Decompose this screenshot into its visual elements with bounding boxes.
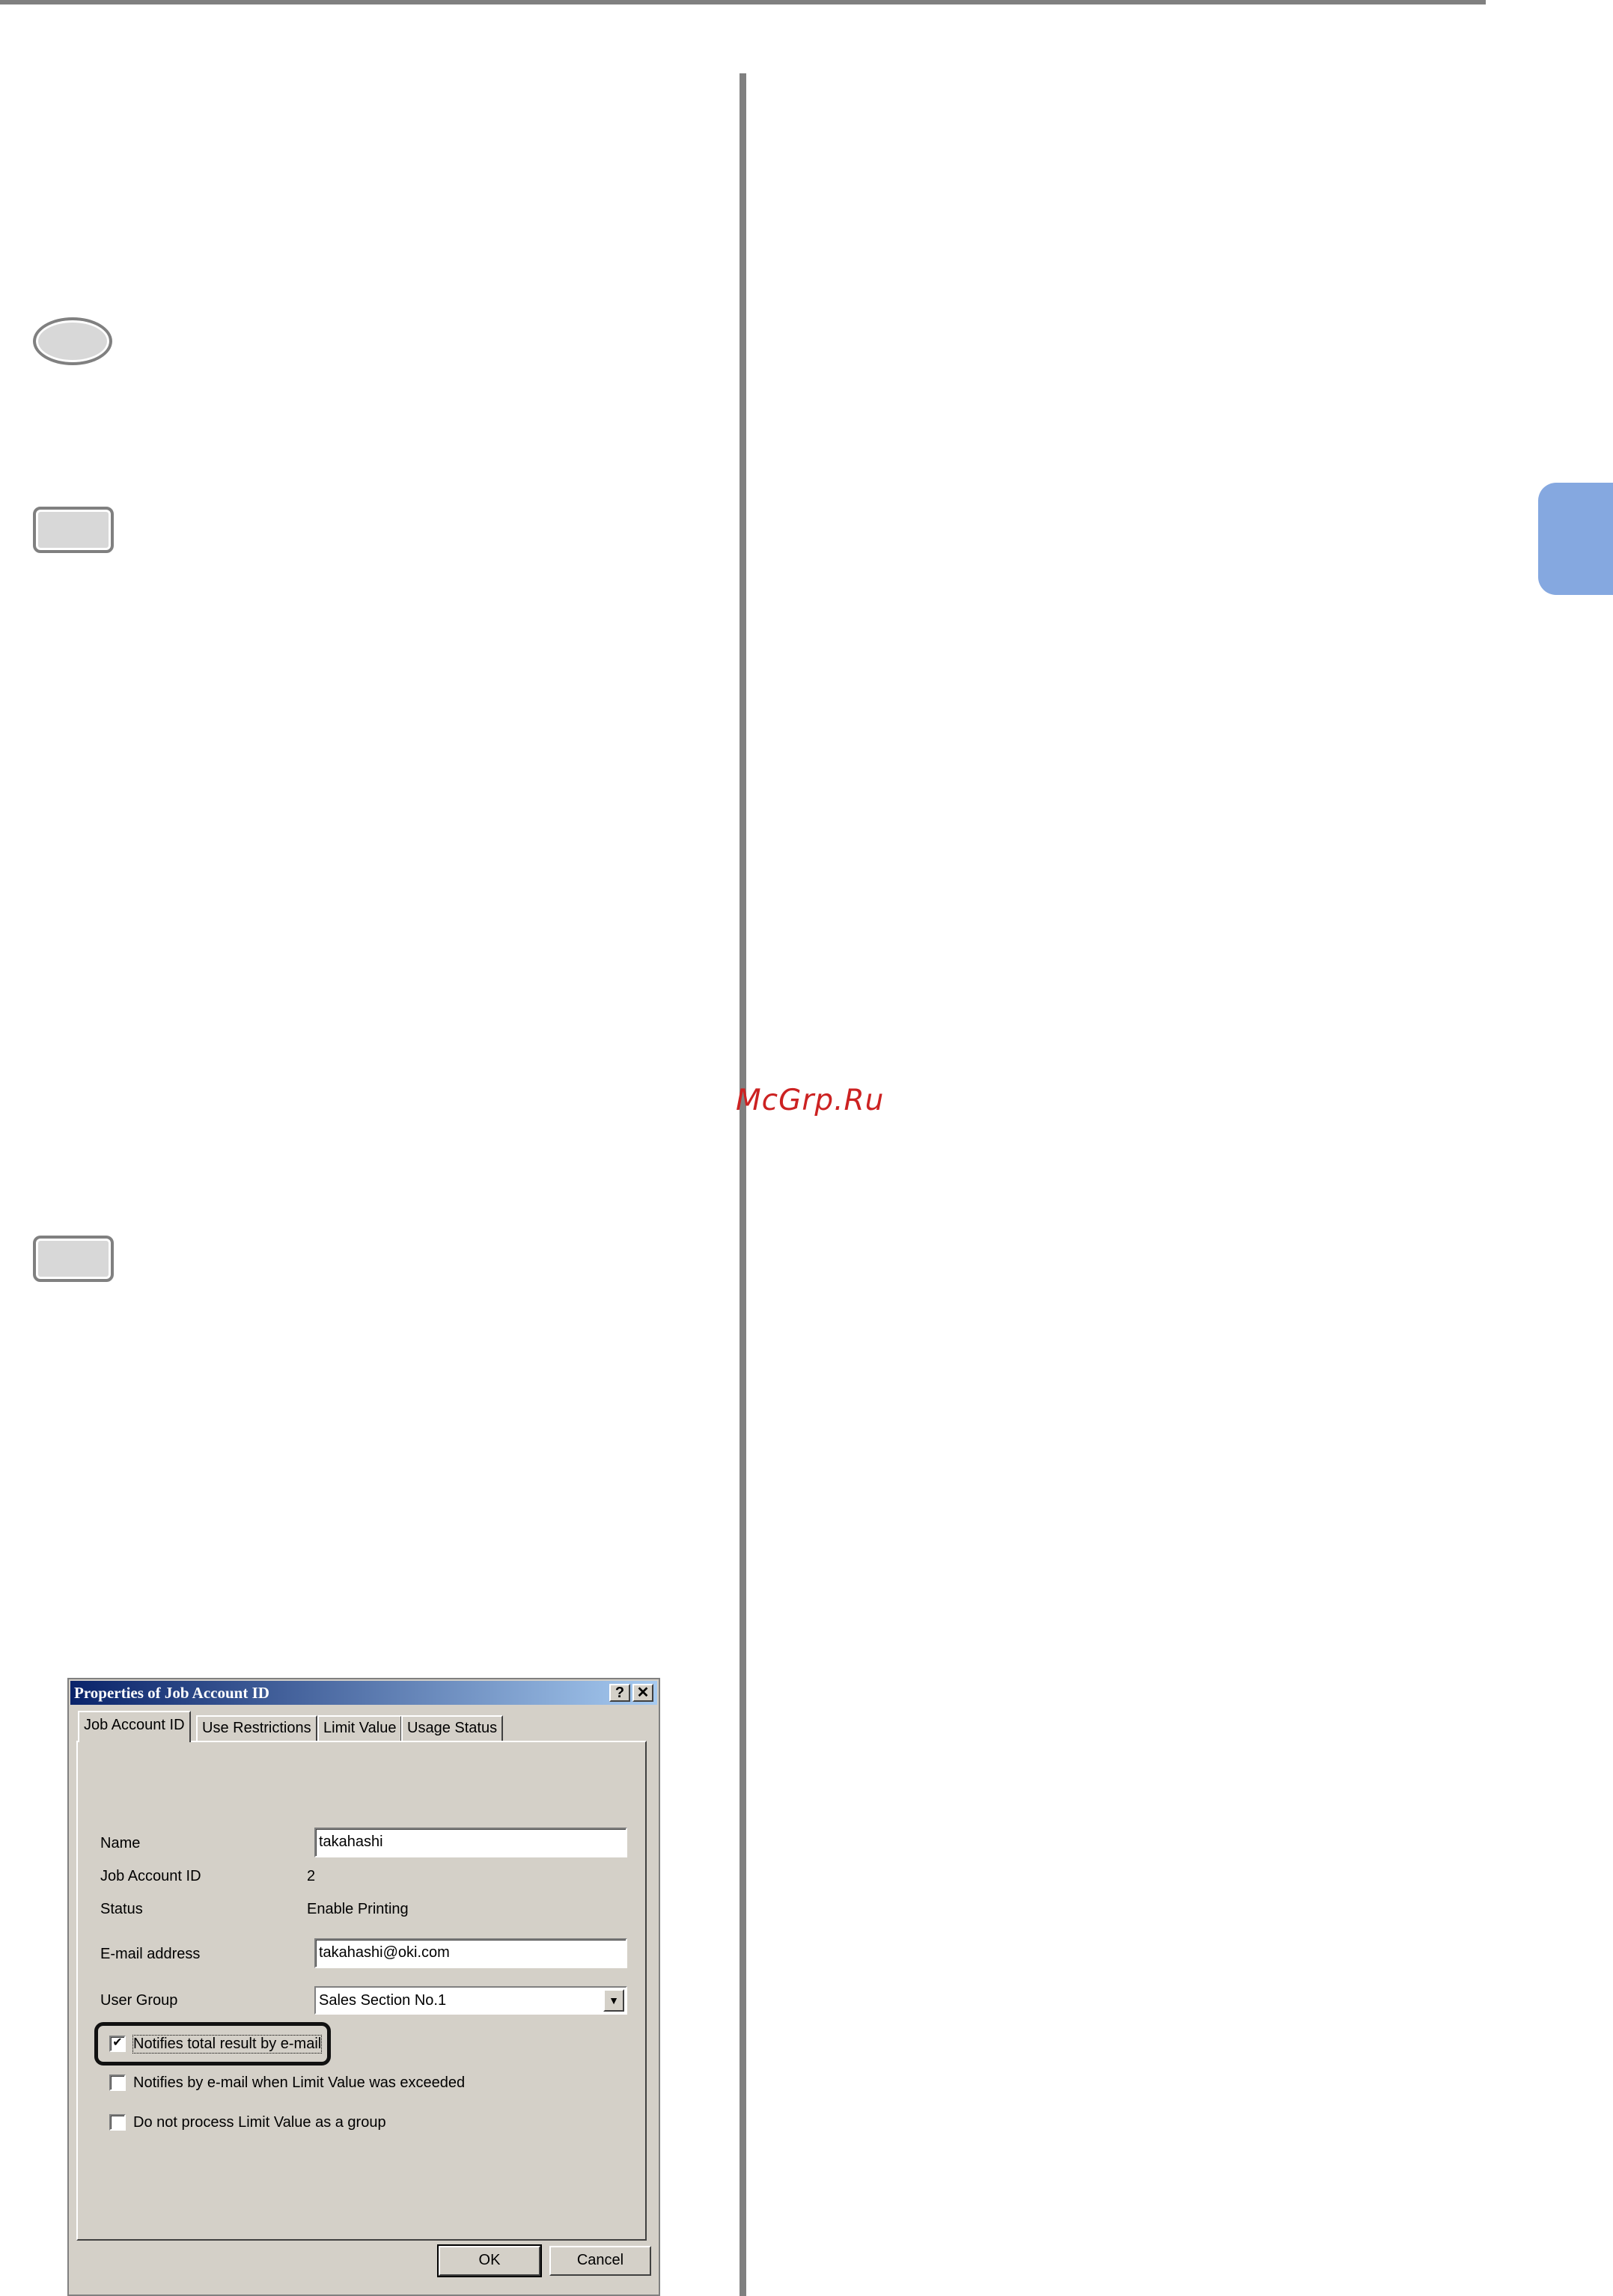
job-account-id-value: 2 (307, 1868, 316, 1884)
name-field[interactable]: takahashi (314, 1828, 627, 1857)
tab-limit-value[interactable]: Limit Value (317, 1715, 403, 1741)
oval-button-icon (33, 317, 112, 365)
top-rule (0, 0, 1486, 4)
rect-button-icon-2 (33, 1236, 114, 1282)
status-label: Status (100, 1901, 143, 1917)
checkbox-row-notify-exceeded[interactable]: Notifies by e-mail when Limit Value was … (109, 2072, 465, 2093)
checkbox-no-group-limit[interactable] (109, 2114, 126, 2131)
dialog-title: Properties of Job Account ID (74, 1684, 269, 1702)
cancel-button[interactable]: Cancel (549, 2246, 651, 2276)
checkbox-notify-total[interactable]: ✔ (109, 2036, 126, 2052)
checkbox-row-notify-total[interactable]: ✔ Notifies total result by e-mail (109, 2033, 323, 2054)
properties-dialog: Properties of Job Account ID ? ✕ Job Acc… (67, 1678, 660, 2296)
tab-usage-status[interactable]: Usage Status (401, 1715, 504, 1741)
user-group-select[interactable]: Sales Section No.1 ▼ (314, 1986, 627, 2015)
watermark: McGrp.Ru (736, 1084, 885, 1117)
name-label: Name (100, 1835, 141, 1851)
checkbox-label: Notifies total result by e-mail (132, 2034, 323, 2054)
tab-job-account-id[interactable]: Job Account ID (78, 1711, 191, 1742)
chapter-tab (1538, 483, 1613, 595)
ok-button[interactable]: OK (439, 2246, 540, 2276)
status-value: Enable Printing (307, 1901, 409, 1917)
email-label: E-mail address (100, 1946, 201, 1962)
user-group-value: Sales Section No.1 (319, 1992, 447, 2009)
dialog-titlebar: Properties of Job Account ID ? ✕ (70, 1681, 657, 1705)
help-button[interactable]: ? (609, 1684, 630, 1702)
close-button[interactable]: ✕ (632, 1684, 653, 1702)
tab-panel: Name takahashi Job Account ID 2 Status E… (76, 1741, 647, 2241)
job-account-id-label: Job Account ID (100, 1868, 201, 1884)
checkbox-label: Do not process Limit Value as a group (133, 2113, 386, 2131)
user-group-label: User Group (100, 1992, 178, 2009)
checkbox-row-no-group-limit[interactable]: Do not process Limit Value as a group (109, 2112, 386, 2133)
column-divider (740, 73, 746, 2296)
chevron-down-icon[interactable]: ▼ (603, 1989, 624, 2012)
email-field[interactable]: takahashi@oki.com (314, 1938, 627, 1968)
rect-button-icon (33, 507, 114, 553)
checkbox-label: Notifies by e-mail when Limit Value was … (133, 2074, 466, 2091)
tab-use-restrictions[interactable]: Use Restrictions (196, 1715, 317, 1741)
checkbox-notify-exceeded[interactable] (109, 2074, 126, 2091)
